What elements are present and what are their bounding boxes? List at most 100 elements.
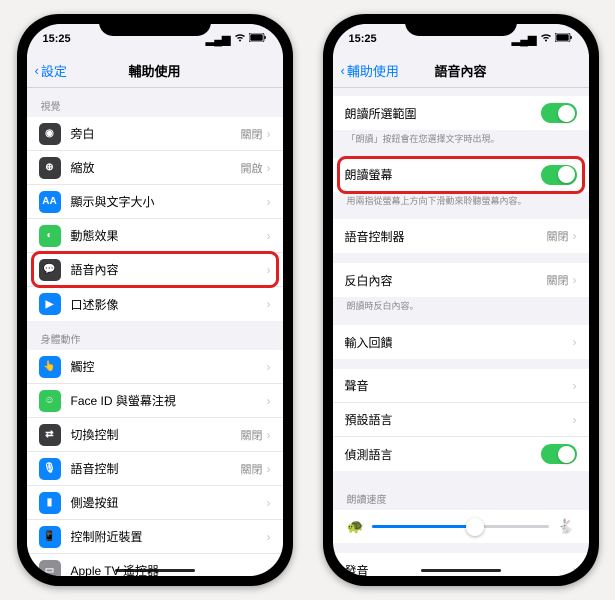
row-icon: AA (39, 191, 61, 213)
content-scroll[interactable]: 視覺◉旁白關閉›⊕縮放開啟›AA顯示與文字大小›◐動態效果›💬語音內容›▶口述影… (27, 88, 283, 576)
row-label: 旁白 (71, 125, 241, 142)
chevron-right-icon: › (267, 428, 271, 442)
content-scroll[interactable]: 朗讀所選範圍「朗讀」按鈕會在您選擇文字時出現。朗讀螢幕用兩指從螢幕上方向下滑動來… (333, 88, 589, 576)
settings-group: 聲音›預設語言›偵測語言 (333, 369, 589, 471)
settings-row[interactable]: 反白內容關閉› (333, 263, 589, 297)
settings-row[interactable]: 偵測語言 (333, 437, 589, 471)
chevron-right-icon: › (573, 229, 577, 243)
chevron-right-icon: › (573, 273, 577, 287)
slider[interactable] (372, 525, 549, 528)
nav-header: ‹ 輔助使用 語音內容 (333, 54, 589, 88)
row-label: 朗讀所選範圍 (345, 105, 541, 122)
chevron-right-icon: › (267, 462, 271, 476)
row-label: 控制附近裝置 (71, 528, 267, 545)
status-time: 15:25 (43, 33, 71, 45)
back-button[interactable]: ‹ 設定 (35, 61, 67, 80)
row-icon: 🎙 (39, 458, 61, 480)
home-indicator (115, 569, 195, 572)
status-indicators: ▂▄▆ (206, 33, 267, 46)
row-icon: ▭ (39, 560, 61, 577)
chevron-right-icon: › (267, 195, 271, 209)
toggle-switch[interactable] (541, 444, 577, 464)
settings-row[interactable]: ◐動態效果› (27, 219, 283, 253)
row-label: 預設語言 (345, 411, 573, 428)
chevron-right-icon: › (267, 161, 271, 175)
row-label: 輸入回饋 (345, 334, 573, 351)
row-label: 觸控 (71, 358, 267, 375)
chevron-right-icon: › (573, 413, 577, 427)
row-label: 聲音 (345, 377, 573, 394)
row-label: 動態效果 (71, 227, 267, 244)
status-indicators: ▂▄▆ (512, 33, 573, 46)
row-icon: ▶ (39, 293, 61, 315)
settings-row[interactable]: ▮側邊按鈕› (27, 486, 283, 520)
settings-group: 朗讀螢幕 (333, 158, 589, 192)
signal-icon: ▂▄▆ (206, 33, 231, 46)
chevron-right-icon: › (573, 335, 577, 349)
chevron-right-icon: › (267, 263, 271, 277)
row-icon: ⇄ (39, 424, 61, 446)
settings-row[interactable]: 聲音› (333, 369, 589, 403)
row-icon: 💬 (39, 259, 61, 281)
row-icon: ◉ (39, 123, 61, 145)
settings-row[interactable]: 📱控制附近裝置› (27, 520, 283, 554)
row-value: 關閉 (547, 272, 569, 288)
toggle-switch[interactable] (541, 165, 577, 185)
settings-row[interactable]: ☺Face ID 與螢幕注視› (27, 384, 283, 418)
row-label: 語音內容 (71, 261, 267, 278)
settings-row[interactable]: ⊕縮放開啟› (27, 151, 283, 185)
settings-row[interactable]: 輸入回饋› (333, 325, 589, 359)
settings-row[interactable]: 預設語言› (333, 403, 589, 437)
settings-row[interactable]: 朗讀所選範圍 (333, 96, 589, 130)
row-value: 關閉 (241, 126, 263, 142)
toggle-switch[interactable] (541, 103, 577, 123)
settings-row[interactable]: ▭Apple TV 遙控器› (27, 554, 283, 576)
status-time: 15:25 (349, 33, 377, 45)
settings-group: 輸入回饋› (333, 325, 589, 359)
rabbit-icon: 🐇 (557, 518, 574, 535)
settings-group: 朗讀所選範圍 (333, 96, 589, 130)
settings-row[interactable]: 👆觸控› (27, 350, 283, 384)
back-label: 輔助使用 (347, 61, 399, 80)
row-label: 語音控制器 (345, 228, 547, 245)
settings-row[interactable]: AA顯示與文字大小› (27, 185, 283, 219)
chevron-right-icon: › (573, 379, 577, 393)
settings-row[interactable]: 朗讀螢幕 (333, 158, 589, 192)
settings-group: 語音控制器關閉› (333, 219, 589, 253)
settings-row[interactable]: 🎙語音控制關閉› (27, 452, 283, 486)
row-label: 切換控制 (71, 426, 241, 443)
back-label: 設定 (41, 61, 67, 80)
row-icon: ▮ (39, 492, 61, 514)
notch (99, 14, 211, 36)
chevron-right-icon: › (573, 563, 577, 576)
screen-left: 15:25 ▂▄▆ ‹ 設定 輔助使用 視覺◉旁白關閉›⊕縮放開啟›AA顯示與文… (27, 24, 283, 576)
settings-row[interactable]: ⇄ 切換控制關閉 › (27, 418, 283, 452)
section-footer: 用兩指從螢幕上方向下滑動來聆聽螢幕內容。 (333, 192, 589, 210)
settings-row[interactable]: ◉旁白關閉› (27, 117, 283, 151)
section-header: 朗讀速度 (333, 481, 589, 510)
row-label: 側邊按鈕 (71, 494, 267, 511)
chevron-left-icon: ‹ (341, 63, 345, 78)
settings-row[interactable]: 💬 語音內容› (27, 253, 283, 287)
settings-row[interactable]: 語音控制器關閉› (333, 219, 589, 253)
notch (405, 14, 517, 36)
turtle-icon: 🐢 (347, 518, 364, 535)
signal-icon: ▂▄▆ (512, 33, 537, 46)
back-button[interactable]: ‹ 輔助使用 (341, 61, 399, 80)
row-icon: 📱 (39, 526, 61, 548)
wifi-icon (234, 33, 246, 45)
settings-row[interactable]: 發音› (333, 553, 589, 576)
phone-right: 15:25 ▂▄▆ ‹ 輔助使用 語音內容 朗讀所選範圍「朗讀」按鈕會在您選擇文… (323, 14, 599, 586)
nav-header: ‹ 設定 輔助使用 (27, 54, 283, 88)
row-value: 關閉 (241, 427, 263, 443)
chevron-right-icon: › (267, 297, 271, 311)
phone-left: 15:25 ▂▄▆ ‹ 設定 輔助使用 視覺◉旁白關閉›⊕縮放開啟›AA顯示與文… (17, 14, 293, 586)
row-value: 開啟 (241, 160, 263, 176)
chevron-right-icon: › (267, 229, 271, 243)
row-label: 口述影像 (71, 296, 267, 313)
settings-group: 反白內容關閉› (333, 263, 589, 297)
settings-row[interactable]: ▶ 口述影像› (27, 287, 283, 321)
settings-group: 發音› (333, 553, 589, 576)
row-label: 朗讀螢幕 (345, 166, 541, 183)
chevron-right-icon: › (267, 394, 271, 408)
